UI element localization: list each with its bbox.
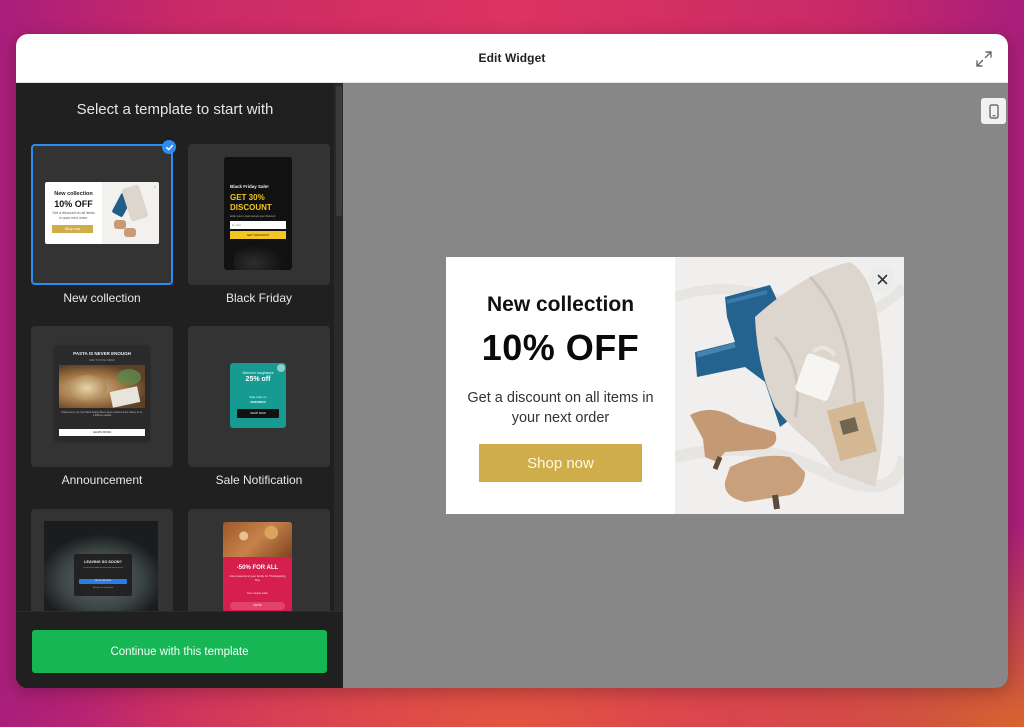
mini-pasta-image	[59, 365, 145, 408]
device-toggle-button[interactable]	[981, 98, 1006, 124]
title-bar: Edit Widget	[16, 34, 1008, 83]
mini-subtitle: Women's sunglasses	[242, 371, 274, 375]
mini-headline-line1: GET 30%	[230, 193, 265, 202]
continue-with-template-button[interactable]: Continue with this template	[32, 630, 327, 673]
mini-popup: Women's sunglasses 25% off Sale ends on …	[230, 363, 286, 428]
template-card-thanksgiving[interactable]: -50% FOR ALL Give presents to your famil…	[188, 509, 330, 619]
edit-widget-window: Edit Widget Select a template to start w…	[16, 34, 1008, 688]
mini-popup: LEAVING SO SOON? Let us tell you about o…	[74, 554, 132, 596]
mini-popup: New collection 10% OFF Get a discount on…	[45, 182, 159, 244]
template-card-exit-intent[interactable]: LEAVING SO SOON? Let us tell you about o…	[31, 509, 173, 619]
mini-headline: 10% OFF	[54, 199, 93, 209]
popup-content: New collection 10% OFF Get a discount on…	[446, 257, 675, 514]
mini-headline-line2: DISCOUNT	[230, 203, 272, 212]
close-icon	[877, 274, 887, 284]
mini-body: Give presents to your family for Thanksg…	[229, 574, 286, 582]
mini-email-input: E-mail	[230, 221, 286, 229]
template-thumbnail[interactable]: PASTA IS NEVER ENOUGH NEW TASTING MENU P…	[31, 326, 173, 467]
template-card-announcement[interactable]: PASTA IS NEVER ENOUGH NEW TASTING MENU P…	[31, 326, 173, 487]
mini-cta: GET MY DISCOUNT	[79, 579, 127, 584]
mobile-phone-icon	[988, 103, 999, 119]
mini-body: Enter your e-mail and get your discount	[230, 215, 276, 218]
mini-headline: 25% off	[245, 376, 271, 383]
popup-preview: New collection 10% OFF Get a discount on…	[446, 257, 904, 514]
template-sidebar: Select a template to start with New coll…	[16, 83, 343, 688]
popup-subtitle[interactable]: New collection	[446, 293, 675, 317]
mini-popup: PASTA IS NEVER ENOUGH NEW TASTING MENU P…	[55, 346, 149, 441]
mini-popup: Black Friday Sale! GET 30% DISCOUNT Ente…	[224, 157, 292, 270]
popup-image	[675, 257, 904, 514]
mini-coupon-code: GET50	[230, 602, 285, 610]
popup-description[interactable]: Get a discount on all items in your next…	[466, 388, 655, 428]
mini-popup: -50% FOR ALL Give presents to your famil…	[223, 522, 292, 619]
sidebar-footer: Continue with this template	[16, 611, 343, 688]
popup-close-button[interactable]	[869, 266, 895, 292]
mini-headline: -50% FOR ALL	[236, 565, 279, 571]
template-thumbnail[interactable]: Black Friday Sale! GET 30% DISCOUNT Ente…	[188, 144, 330, 285]
widget-preview-area: New collection 10% OFF Get a discount on…	[343, 83, 1008, 688]
mini-body: Get a discount on all items in your next…	[52, 211, 95, 220]
template-thumbnail[interactable]: -50% FOR ALL Give presents to your famil…	[188, 509, 330, 619]
mini-cta: SHOP NOW	[237, 409, 279, 418]
mini-subtitle: New collection	[54, 191, 93, 197]
template-card-black-friday[interactable]: Black Friday Sale! GET 30% DISCOUNT Ente…	[188, 144, 330, 305]
mini-body-line1: Sale ends on	[249, 395, 267, 399]
sidebar-scrollbar-thumb[interactable]	[336, 86, 342, 216]
sidebar-heading: Select a template to start with	[76, 101, 274, 118]
mini-cta: GET DISCOUNT	[230, 231, 286, 239]
popup-headline[interactable]: 10% OFF	[446, 327, 675, 369]
mini-bg-image: LEAVING SO SOON? Let us tell you about o…	[44, 521, 158, 619]
mini-cta: LEARN MORE	[59, 429, 145, 436]
template-label: Announcement	[61, 473, 143, 487]
mini-body: Pasta lovers, our new Pasta Tasting Menu…	[61, 411, 143, 418]
template-label: Black Friday	[225, 291, 293, 305]
mini-cta: Shop now	[52, 225, 93, 233]
template-card-new-collection[interactable]: New collection 10% OFF Get a discount on…	[31, 140, 176, 305]
mini-headline: PASTA IS NEVER ENOUGH	[73, 351, 131, 356]
template-thumbnail[interactable]: LEAVING SO SOON? Let us tell you about o…	[31, 509, 173, 619]
mini-food-image	[223, 522, 292, 557]
template-label: Sale Notification	[215, 473, 303, 487]
mini-bg-image	[234, 245, 284, 270]
shop-now-button[interactable]: Shop now	[479, 444, 642, 482]
template-label: New collection	[63, 291, 141, 305]
template-thumbnail[interactable]: New collection 10% OFF Get a discount on…	[31, 144, 173, 285]
clothes-flatlay-image	[675, 257, 904, 514]
mini-headline: GET 30% DISCOUNT	[230, 193, 272, 213]
template-thumbnail[interactable]: Women's sunglasses 25% off Sale ends on …	[188, 326, 330, 467]
mini-headline: LEAVING SO SOON?	[84, 560, 122, 564]
mini-code-label: Your coupon code:	[246, 592, 269, 595]
expand-arrows-icon	[976, 51, 992, 67]
window-title: Edit Widget	[478, 51, 546, 65]
mini-body-line2: 09/12/2020	[250, 400, 266, 404]
template-card-sale-notification[interactable]: Women's sunglasses 25% off Sale ends on …	[188, 326, 330, 487]
mini-subtitle: NEW TASTING MENU	[88, 359, 116, 362]
mini-subtitle: Black Friday Sale!	[230, 184, 269, 189]
mini-clothes-image: ×	[102, 182, 159, 244]
expand-button[interactable]	[974, 49, 994, 69]
selected-check-icon	[162, 140, 176, 154]
mini-secondary: No thanks, I'm not interested	[92, 588, 114, 589]
mini-body: Let us tell you about our latest offer b…	[83, 567, 123, 569]
